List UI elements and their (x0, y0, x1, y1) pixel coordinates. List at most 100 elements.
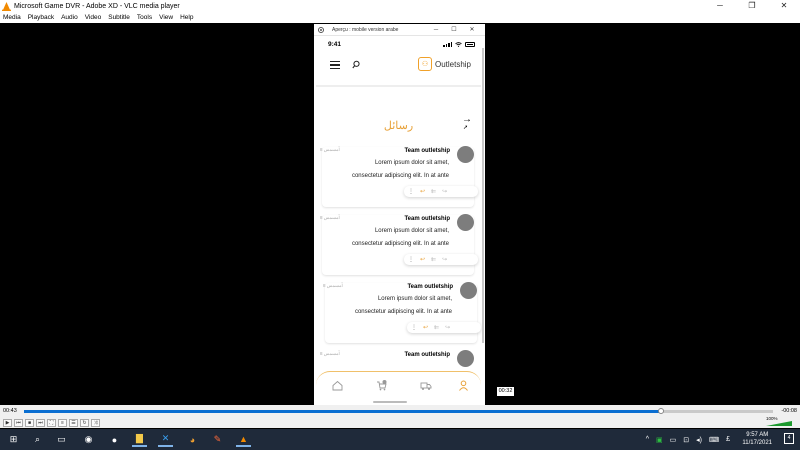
message-actions: ⋮ ↩ ⇇ ↪ (404, 186, 478, 197)
message-sender: Team outletship (404, 216, 450, 222)
network-icon[interactable]: ⊡ (683, 436, 689, 444)
clock-date: 11/17/2021 (742, 440, 772, 446)
message-sender: Team outletship (404, 148, 450, 154)
previous-icon[interactable]: ⏮ (14, 418, 23, 427)
message-line-1: Lorem ipsum dolor sit amet, (374, 160, 449, 166)
message-line-2: consectetur adipiscing elit. In at ante (351, 173, 449, 179)
record-icon (318, 26, 324, 33)
close-button[interactable]: ✕ (768, 0, 800, 12)
status-bar: 9:41 (316, 37, 481, 51)
battery-tray-icon[interactable]: ▭ (670, 436, 677, 444)
vscode-icon[interactable]: ✕ (158, 432, 173, 447)
avatar (460, 282, 477, 299)
preview-scrollbar[interactable] (482, 48, 484, 343)
message-actions: ⋮ ↩ ⇇ ↪ (407, 322, 481, 333)
play-icon[interactable]: ▶ (3, 418, 12, 427)
more-icon[interactable]: ⋮ (408, 256, 414, 263)
xd-maximize-button[interactable]: ☐ (445, 24, 463, 36)
menu-help[interactable]: Help (180, 14, 193, 21)
keyboard-icon[interactable]: ⌨ (709, 436, 719, 444)
seek-track[interactable] (24, 408, 773, 414)
file-explorer-icon[interactable]: ▇ (132, 432, 147, 447)
more-icon[interactable]: ⋮ (408, 188, 414, 195)
playlist-icon[interactable]: ☰ (69, 418, 78, 427)
notification-icon[interactable]: 4 (784, 433, 794, 444)
stop-icon[interactable]: ■ (25, 418, 34, 427)
loop-icon[interactable]: ↻ (80, 418, 89, 427)
app-icon[interactable]: ✎ (210, 432, 225, 447)
truck-icon[interactable] (420, 380, 432, 391)
fullscreen-icon[interactable]: ⛶ (47, 418, 56, 427)
menu-subtitle[interactable]: Subtitle (108, 14, 130, 21)
message-date: أمسمس 8 (323, 283, 343, 288)
language-icon[interactable]: £ (726, 436, 730, 443)
message-line-2: consectetur adipiscing elit. In at ante (351, 241, 449, 247)
menu-media[interactable]: Media (3, 14, 21, 21)
task-view-icon[interactable]: ▭ (54, 432, 69, 447)
logo-text: Outletship (434, 59, 471, 69)
app-logo: ⚇ Outletship (417, 57, 471, 71)
menu-tools[interactable]: Tools (137, 14, 152, 21)
xd-minimize-button[interactable]: ─ (427, 24, 445, 36)
menu-audio[interactable]: Audio (61, 14, 78, 21)
reply-all-icon[interactable]: ⇇ (431, 188, 436, 195)
message-item[interactable]: أمسمس 8 Team outletship Lorem ipsum dolo… (323, 282, 481, 343)
volume-slider[interactable]: 100% (766, 416, 796, 426)
forward-icon[interactable]: ↪ (442, 188, 447, 195)
message-date: أمسمس 8 (320, 351, 340, 356)
chevron-up-icon[interactable]: ^ (646, 436, 649, 443)
vlc-taskbar-icon[interactable]: ▲ (236, 432, 251, 447)
message-line-2: consectetur adipiscing elit. In at ante (354, 309, 452, 315)
menu-view[interactable]: View (159, 14, 173, 21)
reply-icon[interactable]: ↩ (420, 256, 425, 263)
message-item[interactable]: أمسمس 8 Team outletship Lorem ipsum dolo… (320, 214, 478, 275)
menu-video[interactable]: Video (85, 14, 102, 21)
reply-all-icon[interactable]: ⇇ (434, 324, 439, 331)
taskbar-clock[interactable]: 9:57 AM 11/17/2021 (742, 431, 772, 447)
hamburger-menu-icon[interactable] (330, 61, 340, 70)
forward-icon[interactable]: ↪ (442, 256, 447, 263)
cart-icon[interactable] (376, 380, 387, 391)
clock-time: 9:57 AM (746, 432, 769, 438)
menu-playback[interactable]: Playback (28, 14, 54, 21)
chrome-icon[interactable]: ◕ (185, 432, 200, 447)
extended-settings-icon[interactable]: ≡ (58, 418, 67, 427)
message-item[interactable]: أمسمس 8 Team outletship Lorem ipsum dolo… (320, 146, 478, 207)
battery-icon (465, 42, 475, 47)
message-sender: Team outletship (404, 352, 450, 358)
xd-close-button[interactable]: ✕ (463, 24, 481, 36)
video-timestamp: 00:32 (497, 387, 514, 396)
volume-level: 100% (766, 416, 778, 421)
excel-tray-icon[interactable]: ▣ (656, 436, 663, 444)
home-icon[interactable] (332, 380, 343, 391)
wifi-icon (455, 42, 462, 47)
restore-button[interactable]: ❐ (736, 0, 768, 12)
status-time: 9:41 (328, 41, 342, 48)
avatar (457, 214, 474, 231)
reply-icon[interactable]: ↩ (420, 188, 425, 195)
message-date: أمسمس 8 (320, 147, 340, 152)
shuffle-icon[interactable]: ⤨ (91, 418, 100, 427)
more-icon[interactable]: ⋮ (411, 324, 417, 331)
user-icon[interactable] (458, 380, 469, 391)
avatar (457, 146, 474, 163)
xd-preview-window: Aperçu : mobile version arabe ─ ☐ ✕ 9:41… (314, 24, 485, 408)
windows-start-icon[interactable]: ⊞ (6, 432, 21, 447)
reply-all-icon[interactable]: ⇇ (431, 256, 436, 263)
reply-icon[interactable]: ↩ (423, 324, 428, 331)
forward-icon[interactable]: ↪ (445, 324, 450, 331)
home-indicator (373, 401, 407, 403)
page-title: رسائل (383, 120, 414, 132)
dark-app-icon[interactable]: ● (107, 432, 122, 447)
next-icon[interactable]: ⏭ (36, 418, 45, 427)
search-taskbar-icon[interactable]: ⌕ (30, 432, 45, 447)
minimize-button[interactable]: ─ (704, 0, 736, 12)
signal-icon (443, 42, 452, 47)
search-icon[interactable] (352, 60, 360, 70)
phone-screen: 9:41 ⚇ Outletship رسائل → ➚ أمسمس 8 Team… (316, 37, 481, 408)
seek-bar[interactable]: 00:43 -00:08 (0, 405, 800, 417)
seek-handle[interactable] (657, 408, 664, 414)
volume-tray-icon[interactable]: ◂) (696, 436, 702, 444)
camera-app-icon[interactable]: ◉ (81, 432, 96, 447)
elapsed-time: 00:43 (3, 408, 17, 414)
